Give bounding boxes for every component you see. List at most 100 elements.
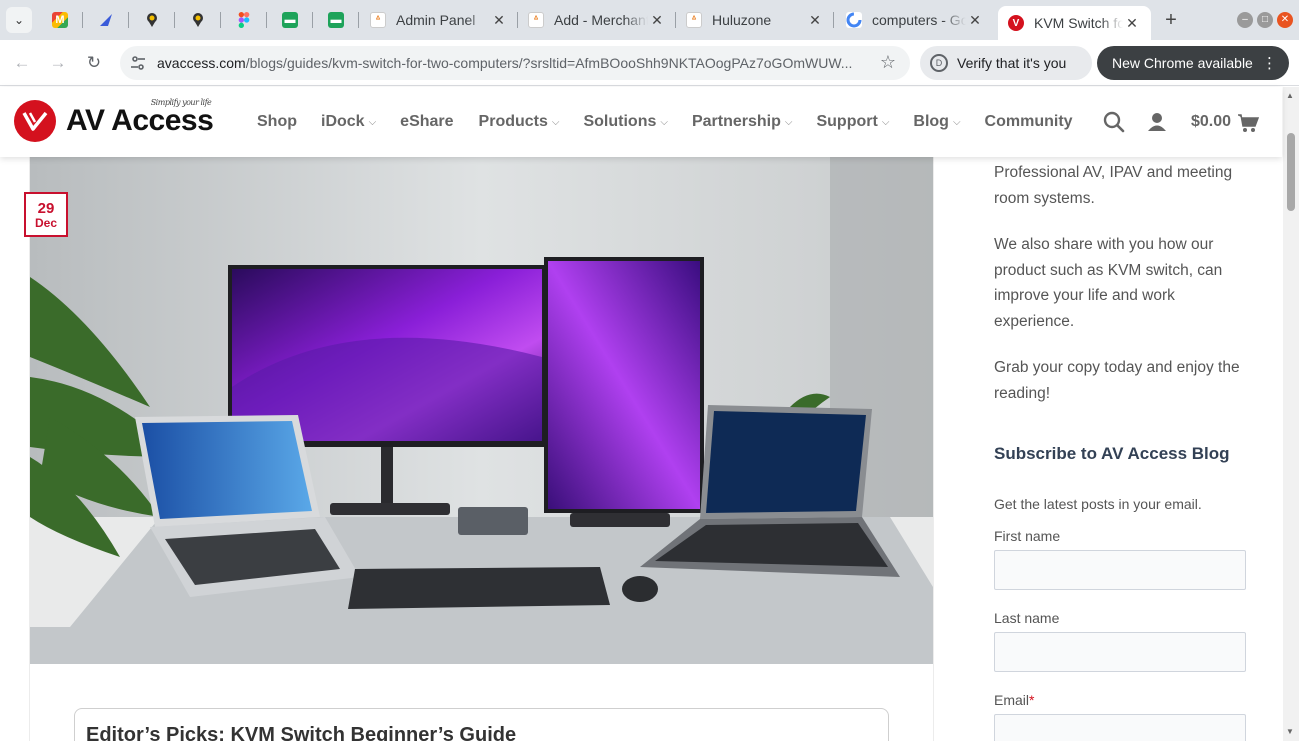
site-settings-icon[interactable] <box>130 55 146 71</box>
subscribe-description: Get the latest posts in your email. <box>994 496 1202 512</box>
site-logo[interactable]: AV Access Simplify your life <box>14 98 214 142</box>
address-bar[interactable]: avaccess.com/blogs/guides/kvm-switch-for… <box>120 46 910 80</box>
first-name-label: First name <box>994 528 1061 544</box>
scroll-down-icon[interactable]: ▼ <box>1286 727 1294 736</box>
tab-title: computers - Google Search <box>872 12 966 28</box>
gmail-icon: M <box>52 12 68 28</box>
required-marker: * <box>1029 692 1035 708</box>
tab-huluzone[interactable]: ᐞ Huluzone ✕ <box>676 0 834 40</box>
pinned-tab-figma[interactable] <box>221 0 267 40</box>
sidebar-paragraph: Professional AV, IPAV and meeting room s… <box>994 164 1233 207</box>
bookmark-star-icon[interactable]: ☆ <box>880 52 896 73</box>
new-tab-button[interactable]: + <box>1158 7 1184 33</box>
green-app-icon: ▬ <box>328 12 344 28</box>
chevron-down-icon: ⌵ <box>660 116 668 128</box>
menu-item-shop[interactable]: Shop <box>257 113 297 131</box>
logo-text: AV Access Simplify your life <box>66 98 214 137</box>
tab-title: KVM Switch for Two Computers <box>1034 15 1123 31</box>
subscribe-title: Subscribe to AV Access Blog <box>994 444 1230 463</box>
map-pin-icon <box>190 12 206 28</box>
tab-add-merchant[interactable]: ᐞ Add - Merchant ✕ <box>518 0 676 40</box>
tab-title: Admin Panel <box>396 12 476 28</box>
browser-tab-strip: ⌄ M ▬ ▬ ᐞ Admin Panel ✕ ᐞ Add - Merchant <box>0 0 1299 40</box>
menu-item-partnership[interactable]: Partnership ⌵ <box>692 113 793 131</box>
menu-item-blog[interactable]: Blog ⌵ <box>913 113 960 131</box>
update-label: New Chrome available <box>1112 55 1253 71</box>
menu-item-products[interactable]: Products ⌵ <box>479 113 560 131</box>
url-text[interactable]: avaccess.com/blogs/guides/kvm-switch-for… <box>157 55 867 71</box>
tab-admin-panel[interactable]: ᐞ Admin Panel ✕ <box>360 0 518 40</box>
menu-item-idock[interactable]: iDock ⌵ <box>321 113 376 131</box>
pinned-tab-gmail[interactable]: M <box>37 0 83 40</box>
search-icon[interactable] <box>1103 111 1125 138</box>
first-name-input[interactable] <box>994 550 1246 590</box>
pinned-tab-maps-2[interactable] <box>175 0 221 40</box>
back-arrow-icon[interactable]: ← <box>9 50 35 76</box>
maximize-icon[interactable]: □ <box>1257 12 1273 28</box>
tab-search-button[interactable]: ⌄ <box>6 7 32 33</box>
tab-google-search[interactable]: computers - Google Search ✕ <box>836 0 994 40</box>
green-app-icon: ▬ <box>282 12 298 28</box>
close-icon[interactable]: ✕ <box>1123 15 1141 32</box>
chevron-down-icon: ⌵ <box>881 116 890 128</box>
pinned-tab-green-1[interactable]: ▬ <box>267 0 313 40</box>
email-input[interactable] <box>994 714 1246 741</box>
chrome-update-button[interactable]: New Chrome available ⋮ <box>1097 46 1289 80</box>
post-date-badge: 29 Dec <box>24 192 68 237</box>
window-close-icon[interactable]: ✕ <box>1277 12 1293 28</box>
menu-item-support[interactable]: Support ⌵ <box>816 113 889 131</box>
shopping-cart-icon[interactable] <box>1237 113 1260 138</box>
chevron-down-icon: ⌵ <box>952 116 961 128</box>
close-icon[interactable]: ✕ <box>966 12 984 29</box>
chevron-down-icon: ⌵ <box>368 116 377 128</box>
pinned-tab-maps[interactable] <box>129 0 175 40</box>
post-date-day: 29 <box>37 200 55 217</box>
document-flame-icon: ᐞ <box>370 12 386 28</box>
verify-identity-button[interactable]: D Verify that it's you <box>920 46 1092 80</box>
pinned-tab-green-2[interactable]: ▬ <box>313 0 359 40</box>
logo-tagline: Simplify your life <box>150 98 212 107</box>
editor-picks-title: Editor’s Picks: KVM Switch Beginner’s Gu… <box>86 724 517 741</box>
figma-icon <box>236 12 252 28</box>
cart-total[interactable]: $0.00 <box>1191 113 1231 131</box>
close-icon[interactable]: ✕ <box>490 12 508 29</box>
last-name-input[interactable] <box>994 632 1246 672</box>
map-pin-icon <box>144 12 160 28</box>
google-icon <box>846 12 862 28</box>
tab-kvm-switch[interactable]: V KVM Switch for Two Computers ✕ <box>998 6 1151 40</box>
minimize-icon[interactable]: – <box>1237 12 1253 28</box>
menu-item-community[interactable]: Community <box>985 113 1073 131</box>
tab-title: Huluzone <box>712 12 772 28</box>
reload-icon[interactable]: ↻ <box>81 50 107 76</box>
av-access-logo-icon <box>14 100 56 142</box>
verify-label: Verify that it's you <box>957 55 1067 71</box>
editor-picks-box: Editor’s Picks: KVM Switch Beginner’s Gu… <box>74 708 889 741</box>
pinned-tab-app[interactable] <box>83 0 129 40</box>
user-account-icon[interactable] <box>1147 112 1167 137</box>
document-flame-icon: ᐞ <box>528 12 544 28</box>
scrollbar-thumb[interactable] <box>1287 133 1295 211</box>
chevron-down-icon: ⌵ <box>784 116 793 128</box>
document-flame-icon: ᐞ <box>686 12 702 28</box>
main-menu: Shop iDock ⌵ eShare Products ⌵ Solutions ⌵ … <box>257 113 1073 131</box>
sidebar-paragraph: Grab your copy today and enjoy the readi… <box>994 359 1240 402</box>
last-name-label: Last name <box>994 610 1060 626</box>
close-icon[interactable]: ✕ <box>648 12 666 29</box>
menu-item-eshare[interactable]: eShare <box>400 113 453 131</box>
scroll-up-icon[interactable]: ▲ <box>1286 91 1294 100</box>
close-icon[interactable]: ✕ <box>806 12 824 29</box>
browser-toolbar: ← → ↻ avaccess.com/blogs/guides/kvm-swit… <box>0 40 1299 86</box>
post-date-month: Dec <box>34 216 57 230</box>
site-header: AV Access Simplify your life Shop iDock ⌵… <box>0 87 1282 157</box>
forward-arrow-icon[interactable]: → <box>45 50 71 76</box>
page-scrollbar[interactable]: ▲ ▼ <box>1283 87 1299 741</box>
more-vert-icon[interactable]: ⋮ <box>1262 54 1277 72</box>
arrow-app-icon <box>98 12 114 28</box>
tab-title: Add - Merchant <box>554 12 648 28</box>
chevron-down-icon: ⌄ <box>13 13 25 27</box>
email-label: Email* <box>994 692 1035 708</box>
sidebar-paragraph: We also share with you how our product s… <box>994 236 1223 330</box>
av-access-logo-icon: V <box>1008 15 1024 31</box>
profile-icon: D <box>930 54 948 72</box>
menu-item-solutions[interactable]: Solutions ⌵ <box>583 113 667 131</box>
